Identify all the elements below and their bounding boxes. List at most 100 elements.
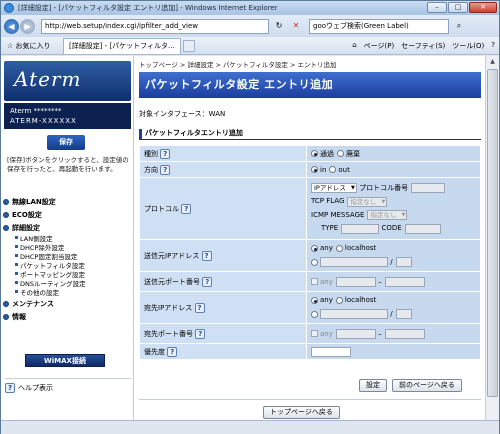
- radio-discard[interactable]: [337, 150, 344, 157]
- help-icon[interactable]: ?: [195, 328, 206, 339]
- dst-port-any-checkbox[interactable]: [311, 330, 318, 337]
- src-port-any-checkbox[interactable]: [311, 278, 318, 285]
- radio-label: localhost: [344, 244, 377, 252]
- close-button[interactable]: ✕: [469, 2, 497, 13]
- search-input[interactable]: gooウェブ検索(Green Label): [309, 18, 449, 34]
- scroll-up-icon[interactable]: ▲: [486, 56, 499, 68]
- menu-item-wireless[interactable]: 無線LAN設定: [3, 197, 131, 207]
- radio-dst-any[interactable]: [311, 297, 318, 304]
- page-menu[interactable]: ページ(P): [364, 41, 395, 51]
- tab-label: [詳細設定] - [パケットフィルタ...: [69, 42, 175, 50]
- icmp-message-select[interactable]: 指定なし: [367, 210, 408, 220]
- help-icon[interactable]: ?: [167, 346, 178, 357]
- main-panel: トップページ > 詳細設定 > パケットフィルタ設定 > エントリ追加 パケット…: [139, 56, 481, 420]
- radio-src-localhost[interactable]: [335, 245, 343, 252]
- sub-bullet-icon: [15, 290, 18, 293]
- minimize-button[interactable]: –: [427, 2, 447, 13]
- new-tab-button[interactable]: [182, 39, 195, 52]
- radio-out[interactable]: [329, 166, 337, 173]
- slash-text: /: [390, 309, 393, 318]
- maximize-button[interactable]: □: [448, 2, 468, 13]
- favorites-label: お気に入り: [15, 42, 51, 50]
- search-icon[interactable]: ⌕: [452, 19, 466, 33]
- src-port-to-input[interactable]: [384, 276, 425, 287]
- back-arrow-icon[interactable]: ◀: [4, 18, 19, 34]
- help-menu[interactable]: ?: [491, 41, 495, 51]
- submenu-item-other[interactable]: その他の設定: [15, 287, 131, 297]
- radio-pass[interactable]: [311, 150, 318, 157]
- src-ip-input[interactable]: [320, 257, 388, 267]
- tcp-flag-label: TCP FLAG: [311, 197, 345, 205]
- window-title: [詳細設定] - [パケットフィルタ設定 エントリ追加] - Windows I…: [18, 4, 278, 12]
- bullet-icon: [3, 301, 9, 307]
- checkbox-label: any: [320, 329, 333, 338]
- radio-src-custom[interactable]: [311, 258, 318, 266]
- home-icon[interactable]: ⌂: [352, 41, 356, 51]
- help-icon[interactable]: ?: [201, 250, 212, 261]
- sub-bullet-icon: [15, 254, 18, 257]
- protocol-select[interactable]: IPアドレス: [311, 183, 357, 193]
- protocol-number-input[interactable]: [411, 183, 446, 193]
- favorites-button[interactable]: ☆ お気に入り: [7, 41, 51, 51]
- icmp-type-label: TYPE: [321, 224, 339, 232]
- menu-item-advanced[interactable]: 詳細設定: [3, 223, 131, 233]
- wimax-connect-button[interactable]: WiMAX接続: [25, 354, 105, 367]
- row-value-src-port: any –: [306, 271, 481, 292]
- icmp-code-input[interactable]: [404, 223, 441, 234]
- scroll-thumb[interactable]: [487, 69, 498, 397]
- radio-label: any: [320, 296, 333, 304]
- row-value-priority: [306, 343, 481, 360]
- radio-in[interactable]: [311, 166, 318, 173]
- back-page-button[interactable]: 前のページへ戻る: [392, 379, 462, 392]
- row-label-src-ip: 送信元IPアドレス ?: [139, 239, 307, 272]
- row-value-direction: in out: [306, 161, 481, 178]
- help-icon[interactable]: ?: [160, 164, 171, 175]
- browser-tab[interactable]: [詳細設定] - [パケットフィルタ...: [63, 37, 181, 54]
- icmp-type-input[interactable]: [341, 223, 380, 234]
- help-icon[interactable]: ?: [160, 148, 171, 159]
- model-name: Aterm ********: [10, 107, 62, 115]
- save-button[interactable]: 保存: [47, 135, 85, 150]
- src-port-from-input[interactable]: [335, 276, 376, 287]
- dst-ip-input[interactable]: [320, 309, 388, 319]
- radio-src-any[interactable]: [311, 245, 318, 252]
- radio-dst-localhost[interactable]: [335, 297, 343, 304]
- menu-item-eco[interactable]: ECO設定: [3, 210, 131, 220]
- stop-icon[interactable]: ✕: [289, 19, 303, 33]
- tools-menu[interactable]: ツール(O): [452, 41, 484, 51]
- top-page-button[interactable]: トップページへ戻る: [263, 406, 340, 419]
- sub-bullet-icon: [15, 236, 18, 239]
- model-box: Aterm ******** ATERM-XXXXXX: [4, 103, 131, 129]
- dst-port-to-input[interactable]: [384, 328, 425, 339]
- set-button[interactable]: 設定: [359, 379, 387, 392]
- row-label-protocol: プロトコル ?: [139, 177, 307, 240]
- help-display-link[interactable]: ? ヘルプ表示: [5, 378, 131, 394]
- url-input[interactable]: http://web.setup/index.cgi/ipfilter_add_…: [41, 18, 269, 34]
- safety-menu[interactable]: セーフティ(S): [401, 41, 445, 51]
- menu-item-maintenance[interactable]: メンテナンス: [3, 299, 131, 309]
- radio-label: any: [320, 244, 333, 252]
- priority-input[interactable]: [311, 346, 351, 357]
- row-value-type: 通過 廃棄: [306, 145, 481, 162]
- radio-label: 通過: [320, 149, 334, 158]
- sub-bullet-icon: [15, 281, 18, 284]
- row-value-protocol: IPアドレス プロトコル番号 TCP FLAG指定なし ICMP MESSAGE…: [306, 177, 481, 240]
- src-mask-input[interactable]: [395, 257, 412, 267]
- save-help-text: [保存]ボタンをクリックすると、設定値の保存を行ったと、再起動を行います。: [7, 156, 129, 173]
- refresh-icon[interactable]: ↻: [272, 19, 286, 33]
- vertical-scrollbar[interactable]: ▲: [485, 56, 499, 420]
- label-text: 送信元IPアドレス: [144, 251, 200, 260]
- help-icon[interactable]: ?: [194, 302, 205, 313]
- forward-arrow-icon[interactable]: ▶: [20, 18, 35, 34]
- help-icon[interactable]: ?: [202, 276, 213, 287]
- help-icon[interactable]: ?: [181, 203, 192, 214]
- radio-dst-custom[interactable]: [311, 310, 318, 318]
- menu-item-info[interactable]: 情報: [3, 312, 131, 322]
- menu-label: メンテナンス: [12, 300, 54, 308]
- dst-port-from-input[interactable]: [335, 328, 376, 339]
- dst-mask-input[interactable]: [395, 309, 412, 319]
- row-label-priority: 優先度 ?: [139, 343, 307, 360]
- tcp-flag-select[interactable]: 指定なし: [347, 196, 388, 207]
- radio-label: 廃棄: [346, 149, 360, 158]
- row-label-src-port: 送信元ポート番号 ?: [139, 271, 307, 292]
